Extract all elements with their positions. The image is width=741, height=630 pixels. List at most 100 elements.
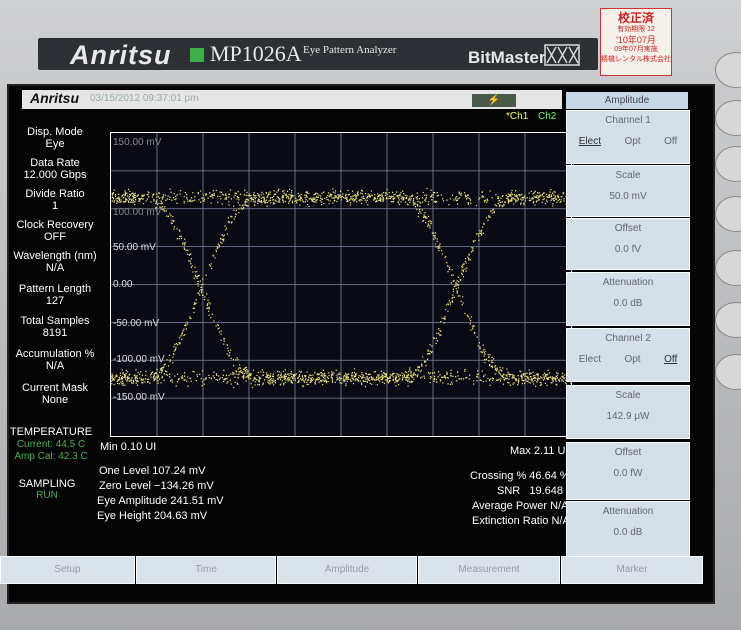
channel2-label: Ch2 (538, 111, 557, 122)
softkey-label: Attenuation (602, 277, 654, 288)
sticker-line: '10年07月 (616, 35, 656, 45)
scale2-key[interactable]: Scale 142.9 μW (566, 385, 690, 439)
screen-logo: Anritsu (30, 90, 79, 106)
option-off[interactable]: Off (664, 354, 677, 365)
sampling-status: RUN (36, 490, 58, 501)
sticker-line: 09年07月実施 (614, 46, 658, 53)
offset1-key[interactable]: Offset 0.0 fV (566, 218, 690, 270)
status-value: OFF (44, 231, 66, 243)
attenuation1-key[interactable]: Attenuation 0.0 dB (566, 272, 690, 326)
channel1-indicator: *Ch1 (506, 111, 529, 122)
softkey-label: Channel 1 (605, 115, 651, 126)
eye-diagram-canvas (111, 133, 571, 436)
product-name: BitMaster (468, 48, 546, 67)
channel1-key[interactable]: Channel 1 Elect Opt Off (566, 110, 690, 164)
sampling-heading: SAMPLING (18, 478, 76, 490)
tab-measurement[interactable]: Measurement (418, 556, 560, 584)
sticker-title: 校正済 (617, 11, 654, 25)
softkey-label: Scale (615, 170, 641, 181)
lightning-icon: ⚡ (472, 94, 516, 107)
status-value: 127 (45, 295, 65, 307)
softkey-value: 0.0 dB (613, 298, 643, 309)
status-value: N/A (45, 360, 65, 372)
brand-logo: Anritsu (70, 40, 172, 70)
temperature-current: Current: 44.5 C (16, 439, 86, 450)
status-accumulation: Accumulation % N/A (12, 348, 98, 372)
channel1-label: Ch1 (509, 111, 529, 122)
softkey-label: Channel 2 (605, 333, 651, 344)
y-tick-label: 150.00 mV (113, 137, 162, 148)
option-off[interactable]: Off (664, 136, 677, 147)
option-elect[interactable]: Elect (579, 136, 601, 147)
zero-level-readout: Zero Level −134.26 mV (99, 480, 214, 492)
offset2-key[interactable]: Offset 0.0 fW (566, 442, 690, 500)
attenuation2-key[interactable]: Attenuation 0.0 dB (566, 501, 690, 559)
y-tick-label: 100.00 mV (113, 207, 162, 218)
softkey-value: 0.0 dB (613, 527, 643, 538)
softkey-label: Attenuation (602, 506, 654, 517)
model-subtitle: Eye Pattern Analyzer (303, 44, 397, 56)
menu-title: Amplitude (566, 92, 688, 109)
eye-diagram-plot (110, 132, 572, 437)
y-tick-label: -100.00 mV (113, 354, 165, 365)
status-label: Accumulation % (15, 348, 95, 360)
tab-marker[interactable]: Marker (561, 556, 703, 584)
status-pattern-length: Pattern Length 127 (12, 283, 98, 307)
y-tick-label: 0.00 (113, 279, 133, 290)
status-divide-ratio: Divide Ratio 1 (12, 188, 98, 212)
status-data-rate: Data Rate 12.000 Gbps (12, 157, 98, 181)
average-power-readout: Average Power N/A (472, 500, 569, 512)
channel2-key[interactable]: Channel 2 Elect Opt Off (566, 328, 690, 382)
softkey-value: 142.9 μW (606, 411, 650, 422)
softkey-value: 0.0 fV (614, 244, 642, 255)
model-name: MP1026A (210, 41, 302, 66)
option-opt[interactable]: Opt (624, 136, 640, 147)
option-elect[interactable]: Elect (579, 354, 601, 365)
tab-setup[interactable]: Setup (0, 556, 135, 584)
status-label: Current Mask (21, 382, 89, 394)
status-value: None (41, 394, 69, 406)
extinction-ratio-readout: Extinction Ratio N/A (472, 515, 570, 527)
min-ui-label: Min 0.10 UI (100, 441, 157, 453)
status-label: Data Rate (30, 157, 80, 169)
status-current-mask: Current Mask None (12, 382, 98, 406)
status-value: 1 (51, 200, 59, 212)
tab-time[interactable]: Time (136, 556, 276, 584)
status-value: Eye (45, 138, 65, 150)
scale1-key[interactable]: Scale 50.0 mV (566, 165, 690, 217)
max-ui-label: Max 2.11 UI (510, 445, 569, 457)
option-opt[interactable]: Opt (624, 354, 640, 365)
status-total-samples: Total Samples 8191 (12, 315, 98, 339)
tab-amplitude[interactable]: Amplitude (277, 556, 417, 584)
eye-height-readout: Eye Height 204.63 mV (97, 510, 208, 522)
brand-square (190, 48, 204, 62)
status-wavelength: Wavelength (nm) N/A (12, 250, 98, 274)
crossing-readout: Crossing % 46.64 % (470, 470, 570, 482)
softkey-label: Offset (614, 223, 642, 234)
calibration-sticker: 校正済 有効期限 12 '10年07月 09年07月実施 精機レンタル株式会社 (600, 8, 672, 76)
status-disp-mode: Disp. Mode Eye (12, 126, 98, 150)
status-label: Pattern Length (18, 283, 92, 295)
status-label: Divide Ratio (25, 188, 85, 200)
y-tick-label: -150.00 mV (113, 392, 165, 403)
temperature-heading: TEMPERATURE (9, 426, 93, 438)
temperature-amp-cal: Amp Cal: 42.3 C (14, 451, 88, 462)
status-value: N/A (45, 262, 65, 274)
y-tick-label: -50.00 mV (113, 318, 160, 329)
eye-amplitude-readout: Eye Amplitude 241.51 mV (97, 495, 224, 507)
status-clock-recovery: Clock Recovery OFF (12, 219, 98, 243)
sticker-line: 精機レンタル株式会社 (601, 56, 671, 63)
status-label: Total Samples (20, 315, 90, 327)
softkey-label: Scale (615, 390, 641, 401)
status-label: Clock Recovery (16, 219, 94, 231)
softkey-value: 50.0 mV (609, 191, 647, 202)
y-tick-label: 50.00 mV (113, 242, 156, 253)
status-value: 12.000 Gbps (23, 169, 87, 181)
date-time: 03/15/2012 09:37:01 pm (90, 93, 199, 104)
status-label: Disp. Mode (27, 126, 83, 138)
one-level-readout: One Level 107.24 mV (99, 465, 206, 477)
softkey-value: 0.0 fW (613, 468, 643, 479)
bitmaster-logo-icon (544, 44, 580, 66)
sticker-line: 有効期限 12 (617, 26, 655, 33)
status-value: 8191 (42, 327, 68, 339)
